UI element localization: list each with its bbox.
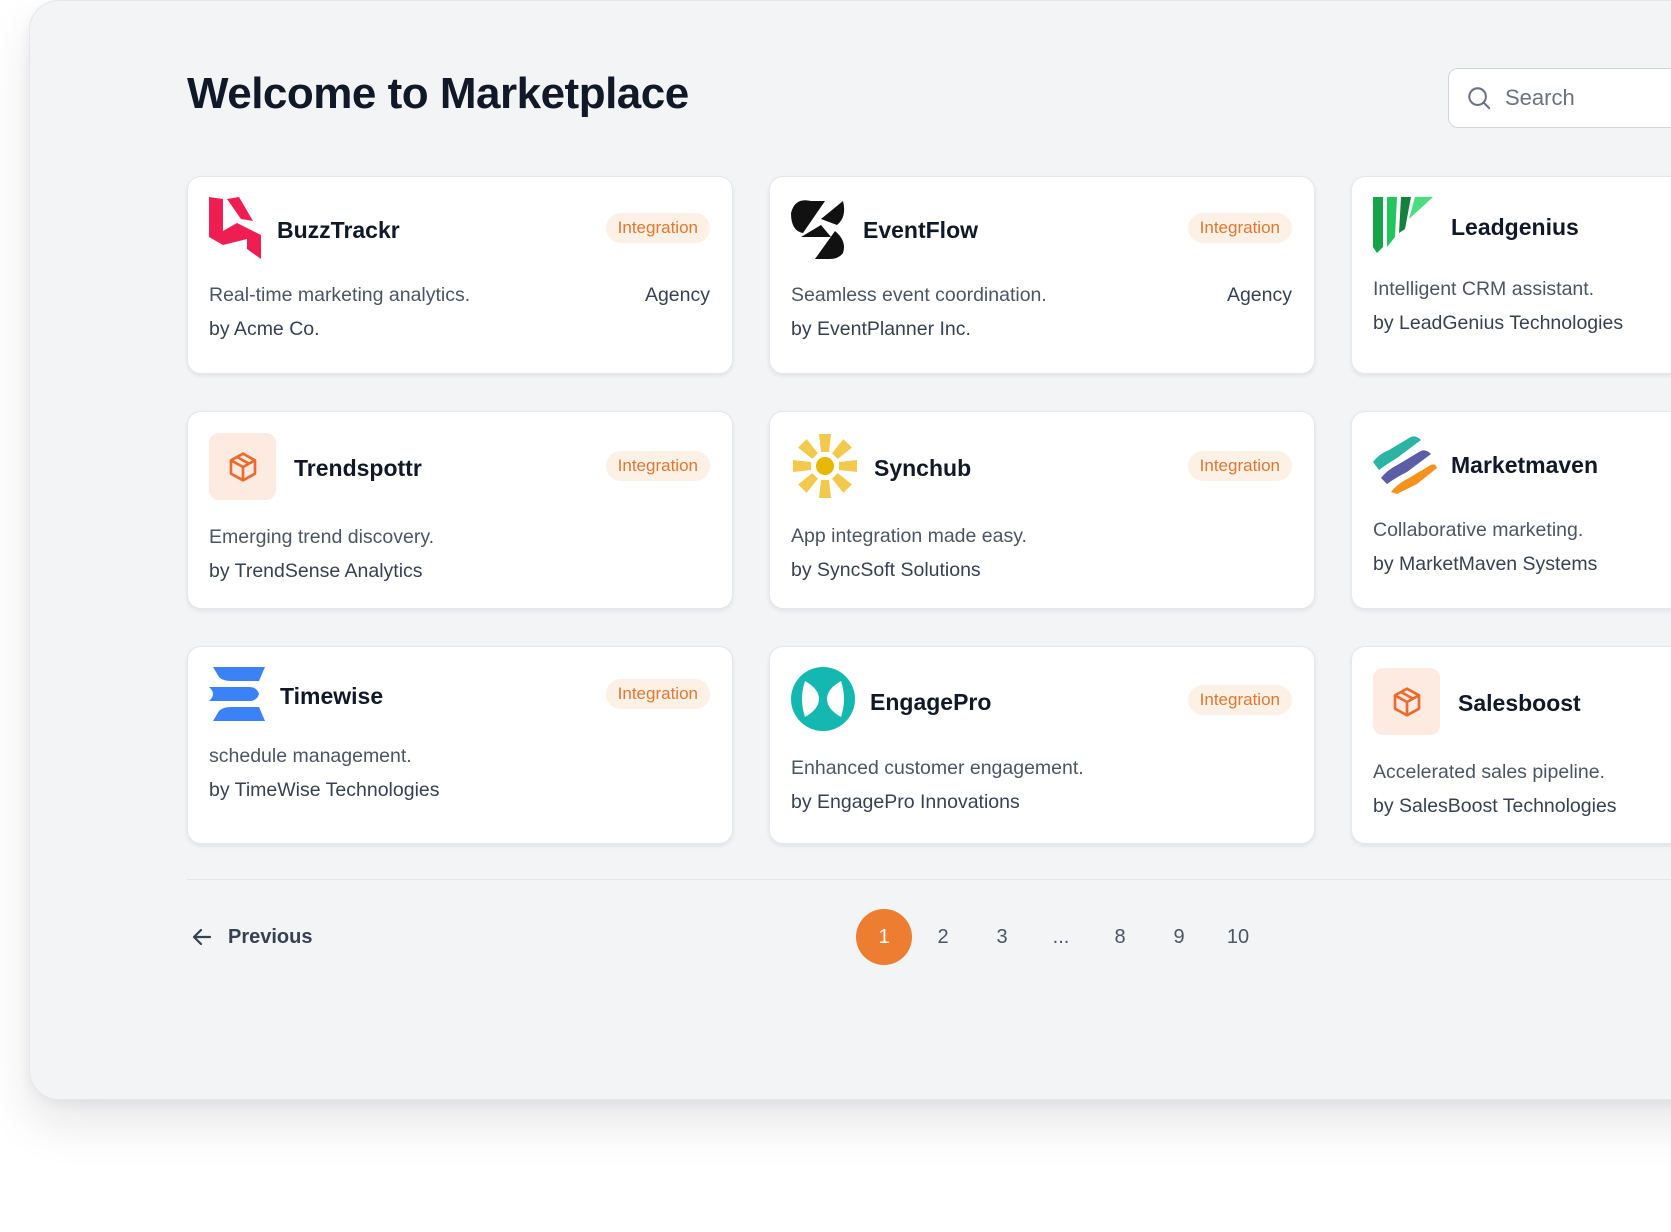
product-name: Synchub [874, 455, 972, 481]
product-description: Emerging trend discovery. [209, 526, 435, 548]
integration-badge: Integration [605, 451, 710, 481]
product-card-engagepro[interactable]: EngagePro Integration Enhanced customer … [769, 646, 1315, 844]
pagination: 1 2 3 ... 8 9 10 [856, 909, 1269, 965]
product-author: by Acme Co. [209, 318, 320, 340]
trendspottr-logo [209, 433, 276, 500]
product-type: Agency [644, 284, 710, 306]
box-icon [229, 451, 256, 482]
product-name: EventFlow [863, 217, 979, 243]
product-description: Intelligent CRM assistant. [1373, 278, 1595, 300]
page-3-button[interactable]: 3 [974, 909, 1030, 965]
product-author: by TrendSense Analytics [209, 560, 423, 582]
page-ellipsis: ... [1052, 925, 1070, 948]
product-name: Marketmaven [1451, 452, 1599, 478]
product-card-leadgenius[interactable]: Leadgenius Intelligent CRM assistant. by… [1351, 176, 1671, 374]
arrow-left-icon [192, 928, 212, 946]
eventflow-logo-icon [791, 200, 845, 259]
integration-badge: Integration [1187, 213, 1292, 243]
product-name: Salesboost [1458, 690, 1581, 716]
search-icon [1468, 87, 1491, 110]
page-title: Welcome to Marketplace [187, 69, 689, 118]
buzztrackr-logo-icon [209, 197, 261, 259]
integration-badge: Integration [1187, 451, 1292, 481]
product-description: Accelerated sales pipeline. [1373, 761, 1605, 783]
product-author: by SalesBoost Technologies [1373, 795, 1617, 817]
product-author: by SyncSoft Solutions [791, 559, 981, 581]
product-author: by LeadGenius Technologies [1373, 312, 1624, 334]
previous-label: Previous [228, 925, 313, 948]
product-description: schedule management. [209, 745, 412, 767]
product-name: Timewise [280, 683, 384, 709]
product-author: by MarketMaven Systems [1373, 553, 1598, 575]
product-card-trendspottr[interactable]: Trendspottr Integration Emerging trend d… [187, 411, 733, 609]
engagepro-logo-icon [791, 667, 855, 731]
marketmaven-logo-icon [1373, 436, 1437, 494]
timewise-logo-icon [209, 667, 265, 721]
pagination-divider [187, 879, 1671, 880]
product-author: by TimeWise Technologies [209, 779, 440, 801]
product-card-synchub[interactable]: Synchub Integration App integration made… [769, 411, 1315, 609]
page-1-button[interactable]: 1 [856, 909, 912, 965]
previous-button[interactable]: Previous [190, 921, 312, 953]
product-name: BuzzTrackr [277, 217, 400, 243]
integration-badge: Integration [1187, 685, 1292, 715]
product-description: Seamless event coordination. [791, 284, 1047, 306]
product-card-marketmaven[interactable]: Marketmaven Collaborative marketing. by … [1351, 411, 1671, 609]
product-card-buzztrackr[interactable]: BuzzTrackr Integration Real-time marketi… [187, 176, 733, 374]
product-card-eventflow[interactable]: EventFlow Integration Seamless event coo… [769, 176, 1315, 374]
integration-badge: Integration [605, 213, 710, 243]
product-name: Leadgenius [1451, 214, 1579, 240]
search-input[interactable] [1503, 84, 1671, 112]
product-name: EngagePro [870, 689, 992, 715]
page-8-button[interactable]: 8 [1092, 909, 1148, 965]
box-icon [1393, 686, 1420, 717]
product-description: Real-time marketing analytics. [209, 284, 471, 306]
product-name: Trendspottr [294, 455, 422, 481]
product-type: Agency [1226, 284, 1292, 306]
synchub-logo-icon [793, 434, 857, 498]
product-author: by EngagePro Innovations [791, 791, 1020, 813]
marketplace-panel: Welcome to Marketplace BuzzTrackr Integr… [29, 0, 1671, 1100]
product-author: by EventPlanner Inc. [791, 318, 971, 340]
page-2-button[interactable]: 2 [915, 909, 971, 965]
page-9-button[interactable]: 9 [1151, 909, 1207, 965]
search-box[interactable] [1448, 68, 1671, 128]
product-card-timewise[interactable]: Timewise Integration schedule management… [187, 646, 733, 844]
leadgenius-logo-icon [1373, 197, 1433, 253]
product-description: App integration made easy. [791, 525, 1027, 547]
integration-badge: Integration [605, 679, 710, 709]
salesboost-logo [1373, 668, 1440, 735]
product-description: Collaborative marketing. [1373, 519, 1584, 541]
product-card-salesboost[interactable]: Salesboost Accelerated sales pipeline. b… [1351, 646, 1671, 844]
product-description: Enhanced customer engagement. [791, 757, 1084, 779]
page-10-button[interactable]: 10 [1210, 909, 1266, 965]
